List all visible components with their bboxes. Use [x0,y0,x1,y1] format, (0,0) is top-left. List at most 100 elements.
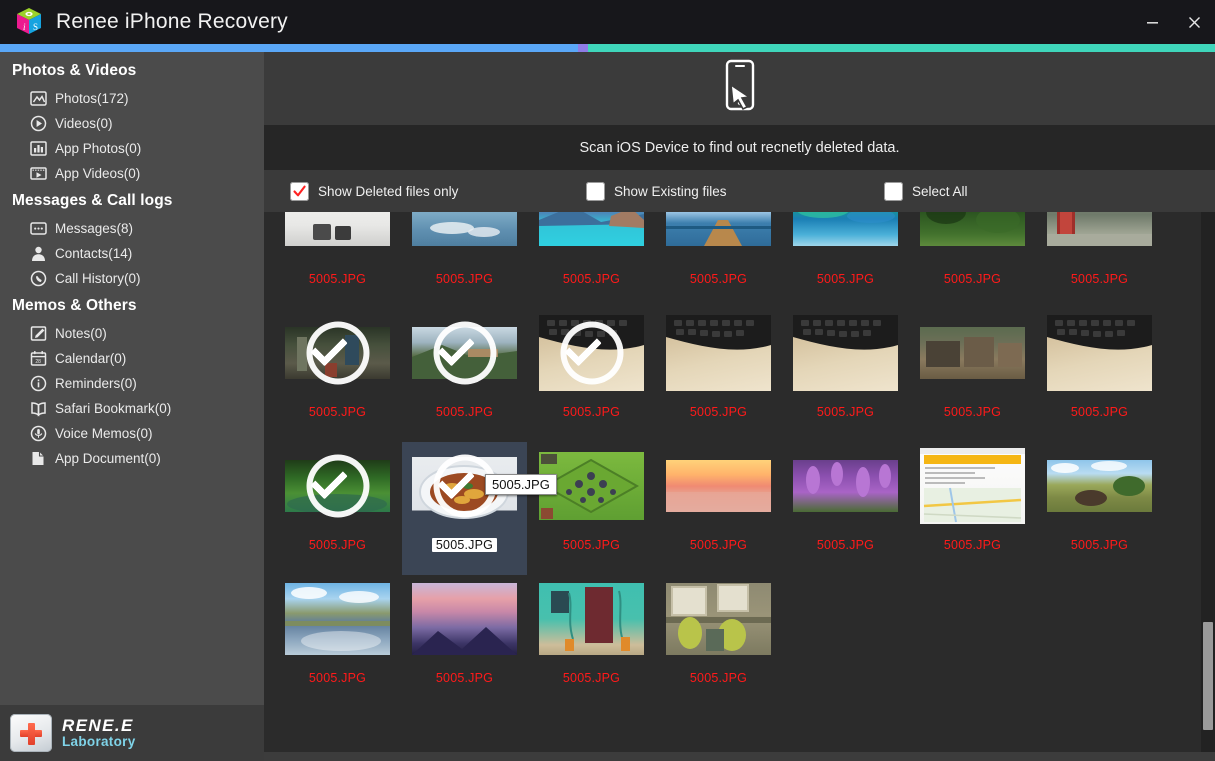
thumbnail-item[interactable]: 5005.JPG [783,212,908,309]
thumbnail-item[interactable]: 5005.JPG 5005.JPG [402,442,557,575]
filter-bar: Show Deleted files only Show Existing fil… [264,170,1215,212]
thumbnail-item[interactable]: 5005.JPG [910,212,1035,309]
sidebar-item-messages[interactable]: Messages(8) [0,216,264,241]
thumbnail-image[interactable] [1047,313,1152,393]
thumbnail-image[interactable] [1047,446,1152,526]
thumbnail-filename: 5005.JPG [1070,405,1129,419]
thumbnail-item[interactable]: 5005.JPG [910,309,1035,442]
thumbnail-image[interactable] [539,579,644,659]
thumbnail-image[interactable] [539,313,644,393]
thumbnail-item[interactable]: 5005.JPG [1037,442,1162,575]
thumbnail-image[interactable] [285,579,390,659]
thumbnail-item[interactable]: 5005.JPG [656,212,781,309]
calendar-icon: 28 [30,350,47,367]
thumbnail-item[interactable]: 5005.JPG [275,575,400,708]
main-panel: Scan iOS Device to find out recnetly del… [264,52,1215,761]
thumbnail-item[interactable]: 5005.JPG [275,442,400,575]
thumbnail-image[interactable] [793,313,898,393]
microphone-circle-icon [30,425,47,442]
thumbnail-item[interactable]: 5005.JPG [783,442,908,575]
sidebar-item-contacts[interactable]: Contacts(14) [0,241,264,266]
thumbnail-item[interactable]: 5005.JPG [656,309,781,442]
thumbnail-image[interactable] [1047,212,1152,260]
sidebar-item-videos[interactable]: Videos(0) [0,111,264,136]
thumbnail-image[interactable] [539,212,644,260]
thumbnail-image[interactable] [666,446,771,526]
photo-preview [666,315,771,391]
thumbnail-item[interactable]: 5005.JPG [529,575,654,708]
thumbnail-image[interactable] [920,313,1025,393]
thumbnail-image[interactable] [285,446,390,526]
thumbnail-filename: 5005.JPG [689,538,748,552]
thumbnail-image[interactable] [285,313,390,393]
thumbnail-image[interactable] [285,212,390,260]
filter-checkbox-select-all[interactable]: Select All [884,181,968,201]
checkbox-unchecked-icon[interactable] [884,181,903,201]
photo-preview [285,583,390,655]
thumbnail-item[interactable]: 5005.JPG [529,309,654,442]
filter-checkbox-show-deleted-files-only[interactable]: Show Deleted files only [290,181,458,201]
scan-progress-fill [0,44,589,52]
sidebar-item-label: App Videos(0) [55,166,141,181]
thumbnail-image[interactable] [920,446,1025,526]
thumbnail-image[interactable] [793,446,898,526]
thumbnail-item[interactable]: 5005.JPG [529,442,654,575]
sidebar-item-notes[interactable]: Notes(0) [0,321,264,346]
sidebar-item-reminders[interactable]: Reminders(0) [0,371,264,396]
sidebar-item-call-history[interactable]: Call History(0) [0,266,264,291]
svg-text:S: S [33,22,38,32]
photo-preview [1047,315,1152,391]
sidebar-item-label: Call History(0) [55,271,141,286]
thumbnail-item[interactable]: 5005.JPG [656,575,781,708]
thumbnail-image[interactable] [666,579,771,659]
photo-preview [285,327,390,379]
thumbnail-item[interactable]: 5005.JPG [402,575,527,708]
thumbnail-image[interactable] [666,313,771,393]
sidebar-group-title: Messages & Call logs [12,192,173,209]
scan-progress-bar [0,44,1215,52]
thumbnail-image[interactable] [793,212,898,260]
close-icon[interactable] [1173,0,1215,44]
minimize-icon[interactable] [1131,0,1173,44]
sidebar-item-calendar[interactable]: 28 Calendar(0) [0,346,264,371]
thumbnail-item[interactable]: 5005.JPG [1037,212,1162,309]
thumbnail-item[interactable]: 5005.JPG [910,442,1035,575]
thumbnail-image[interactable] [412,313,517,393]
scrollbar-thumb[interactable] [1203,622,1213,731]
thumbnail-filename: 5005.JPG [562,671,621,685]
photo-preview [920,448,1025,524]
checkbox-unchecked-icon[interactable] [586,181,605,201]
chat-bubble-icon [30,220,47,237]
filename-tooltip: 5005.JPG [485,474,557,495]
thumbnail-image[interactable] [412,579,517,659]
sidebar-item-app-document[interactable]: App Document(0) [0,446,264,471]
thumbnail-image[interactable] [412,212,517,260]
thumbnail-item[interactable]: 5005.JPG [656,442,781,575]
checkbox-checked-icon[interactable] [290,181,309,201]
vertical-scrollbar[interactable] [1201,212,1215,752]
sidebar-item-app-photos[interactable]: App Photos(0) [0,136,264,161]
sidebar-item-safari-bookmark[interactable]: Safari Bookmark(0) [0,396,264,421]
thumbnail-filename: 5005.JPG [816,272,875,286]
phone-with-cursor-icon [717,59,763,118]
thumbnail-filename: 5005.JPG [435,671,494,685]
thumbnail-item[interactable]: 5005.JPG [529,212,654,309]
thumbnail-item[interactable]: 5005.JPG [275,309,400,442]
thumbnail-filename: 5005.JPG [816,538,875,552]
sidebar-item-photos[interactable]: Photos(172) [0,86,264,111]
thumbnail-item[interactable]: 5005.JPG [1037,309,1162,442]
thumbnail-item[interactable]: 5005.JPG [275,212,400,309]
filter-checkbox-show-existing-files[interactable]: Show Existing files [586,181,727,201]
thumbnail-image[interactable] [666,212,771,260]
action-footer: Return Recover Stop [264,752,1215,761]
thumbnail-image[interactable] [920,212,1025,260]
sidebar-item-label: Photos(172) [55,91,129,106]
thumbnail-item[interactable]: 5005.JPG [402,309,527,442]
sidebar-item-app-videos[interactable]: App Videos(0) [0,161,264,186]
thumbnail-grid-view[interactable]: 5005.JPG 5005.JPG 5005.JPG 5005.JPG 5005.JPG… [264,212,1215,752]
thumbnail-item[interactable]: 5005.JPG [402,212,527,309]
sidebar-item-label: App Photos(0) [55,141,142,156]
thumbnail-item[interactable]: 5005.JPG [783,309,908,442]
sidebar-item-voice-memos[interactable]: Voice Memos(0) [0,421,264,446]
photo-preview [412,212,517,246]
